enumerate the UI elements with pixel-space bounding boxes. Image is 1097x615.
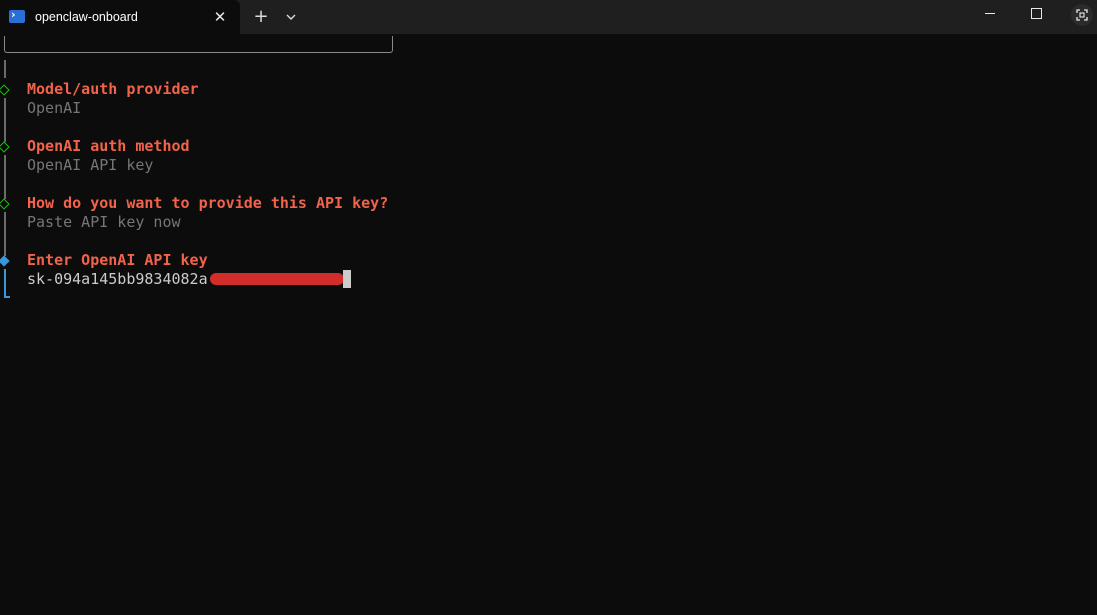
redaction-mark <box>210 273 344 285</box>
terminal-output[interactable]: Model/auth provider OpenAI OpenAI auth m… <box>0 34 1097 615</box>
connector-line <box>4 155 6 199</box>
title-bar: › openclaw-onboard ✕ + <box>0 0 1097 34</box>
text-cursor <box>343 270 351 288</box>
connector-line <box>4 212 6 256</box>
step-question: Model/auth provider <box>27 80 199 98</box>
step-answer: OpenAI API key <box>27 156 154 174</box>
step-answer: Paste API key now <box>27 213 181 231</box>
active-step-question: Enter OpenAI API key <box>27 251 208 269</box>
step-question: How do you want to provide this API key? <box>27 194 389 212</box>
close-icon[interactable]: ✕ <box>210 6 230 28</box>
previous-box-border <box>4 36 393 53</box>
completed-step-icon <box>0 141 10 153</box>
plus-icon[interactable]: + <box>250 6 272 28</box>
tab-title: openclaw-onboard <box>35 10 138 24</box>
focus-mode-icon[interactable] <box>1071 4 1093 26</box>
maximize-icon[interactable] <box>1013 0 1059 30</box>
minimize-icon[interactable] <box>967 0 1013 30</box>
active-connector-end <box>4 296 10 298</box>
connector-line <box>4 98 6 142</box>
active-step-icon <box>0 255 10 267</box>
terminal-tab[interactable]: › openclaw-onboard ✕ <box>0 0 240 34</box>
powershell-icon: › <box>9 8 25 23</box>
completed-step-icon <box>0 84 10 96</box>
step-answer: OpenAI <box>27 99 82 117</box>
connector-line <box>4 60 6 78</box>
step-question: OpenAI auth method <box>27 137 190 155</box>
api-key-input[interactable]: sk-094a145bb9834082a <box>27 270 208 289</box>
completed-step-icon <box>0 198 10 210</box>
active-connector-line <box>4 269 6 298</box>
chevron-down-icon[interactable] <box>282 8 300 26</box>
